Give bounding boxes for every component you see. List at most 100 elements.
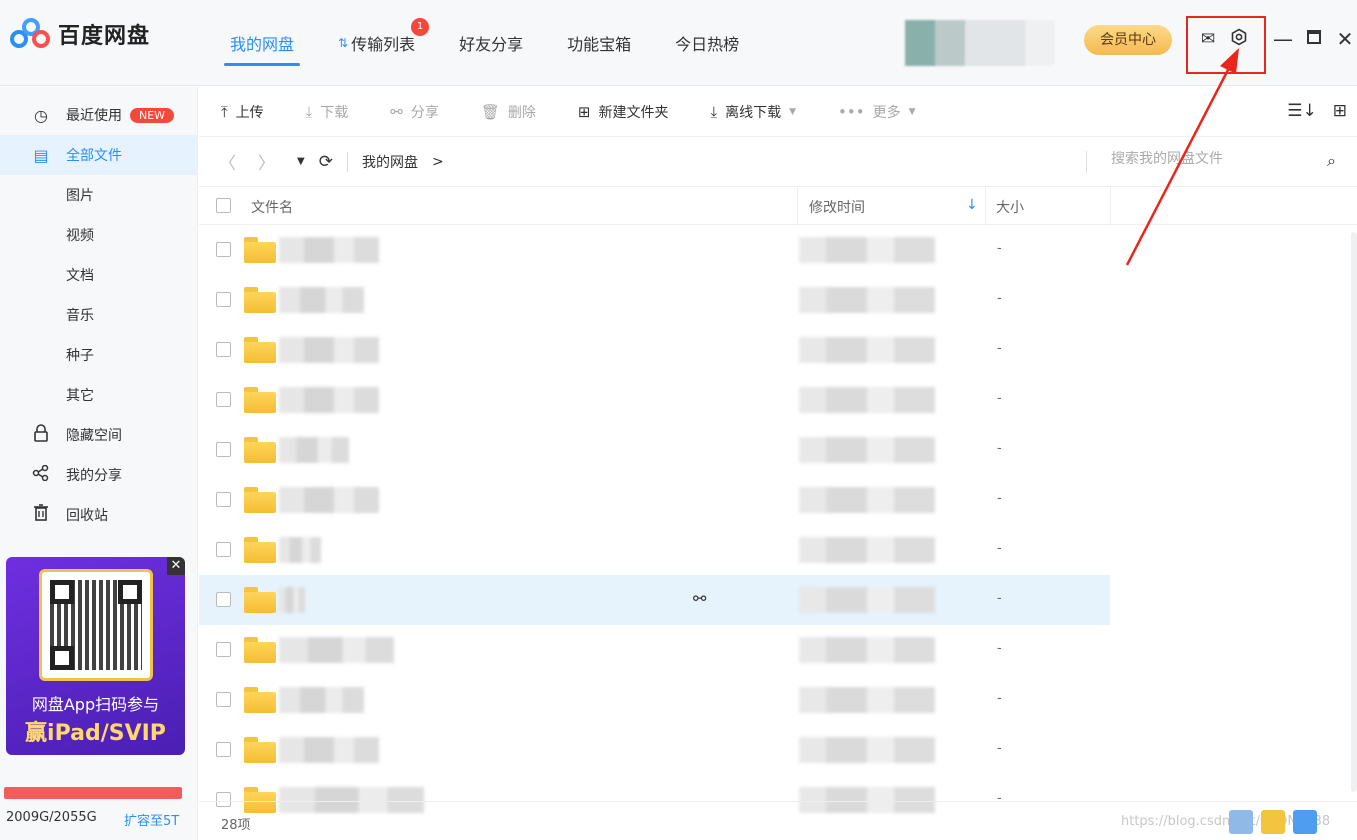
- sidebar-item-videos[interactable]: 视频: [0, 215, 197, 255]
- offline-download-button[interactable]: ⤓ 离线下载 ▼: [710, 102, 796, 122]
- table-row[interactable]: -: [199, 725, 1110, 775]
- table-row[interactable]: -: [199, 325, 1110, 375]
- sort-list-icon[interactable]: ☰↓: [1287, 101, 1316, 121]
- row-checkbox[interactable]: [216, 492, 231, 507]
- search-icon[interactable]: ⌕: [1327, 151, 1336, 171]
- row-checkbox[interactable]: [216, 592, 231, 607]
- sidebar-item-images[interactable]: 图片: [0, 175, 197, 215]
- table-row[interactable]: -: [199, 525, 1110, 575]
- app-logo: 百度网盘: [10, 18, 150, 50]
- maximize-svg: [1307, 30, 1321, 44]
- sidebar-item-music[interactable]: 音乐: [0, 295, 197, 335]
- folder-icon: [244, 387, 276, 413]
- trash-icon: [30, 504, 52, 526]
- new-folder-button[interactable]: ⊞ 新建文件夹: [578, 102, 669, 122]
- transfer-status-icon[interactable]: [1229, 810, 1253, 834]
- row-checkbox[interactable]: [216, 292, 231, 307]
- file-size: -: [997, 441, 1002, 456]
- table-row[interactable]: -: [199, 675, 1110, 725]
- table-row[interactable]: -: [199, 625, 1110, 675]
- sidebar-item-documents[interactable]: 文档: [0, 255, 197, 295]
- qr-code-image: [39, 569, 153, 681]
- sidebar-item-torrents[interactable]: 种子: [0, 335, 197, 375]
- grid-view-icon[interactable]: ⊞: [1333, 101, 1347, 121]
- sidebar-item-recycle-bin[interactable]: 回收站: [0, 495, 197, 535]
- upload-button[interactable]: ⤒ 上传: [221, 102, 264, 122]
- file-size: -: [997, 741, 1002, 756]
- more-button[interactable]: ••• 更多 ▼: [838, 102, 915, 122]
- row-checkbox[interactable]: [216, 542, 231, 557]
- row-checkbox[interactable]: [216, 242, 231, 257]
- row-checkbox[interactable]: [216, 392, 231, 407]
- vertical-scrollbar[interactable]: [1351, 232, 1357, 792]
- sidebar-item-other[interactable]: 其它: [0, 375, 197, 415]
- sidebar-item-label: 视频: [66, 228, 94, 244]
- user-avatar-blurred[interactable]: [905, 20, 1055, 66]
- sidebar-item-label: 隐藏空间: [66, 428, 122, 444]
- download-button[interactable]: ⤓ 下载: [306, 102, 349, 122]
- promo-close-icon[interactable]: ✕: [167, 557, 185, 575]
- column-header-name[interactable]: 文件名: [251, 197, 293, 217]
- tab-my-netdisk[interactable]: 我的网盘: [208, 0, 316, 86]
- column-divider[interactable]: [985, 187, 986, 225]
- tab-hot-list[interactable]: 今日热榜: [653, 0, 761, 86]
- trash-icon: 🗑: [480, 102, 500, 121]
- table-row[interactable]: -: [199, 225, 1110, 275]
- table-row-hovered[interactable]: ⚯ -: [199, 575, 1110, 625]
- sidebar-item-label: 我的分享: [66, 468, 122, 484]
- tab-label: 今日热榜: [675, 35, 740, 54]
- table-row[interactable]: -: [199, 375, 1110, 425]
- search-input[interactable]: [1111, 151, 1311, 167]
- forward-icon[interactable]: 〉: [258, 149, 275, 174]
- share-icon: ⚯: [390, 102, 403, 121]
- file-name-blurred: [279, 487, 379, 513]
- expand-storage-link[interactable]: 扩容至5T: [124, 810, 179, 829]
- row-checkbox[interactable]: [216, 642, 231, 657]
- sidebar-item-label: 全部文件: [66, 148, 122, 164]
- modified-time-blurred: [799, 637, 935, 663]
- file-name-blurred: [279, 237, 379, 263]
- sidebar-item-hidden-space[interactable]: 隐藏空间: [0, 415, 197, 455]
- tab-transfer-list[interactable]: ⇅ 传输列表 1: [316, 0, 437, 86]
- table-row[interactable]: -: [199, 425, 1110, 475]
- share-button[interactable]: ⚯ 分享: [390, 102, 439, 122]
- row-share-icon[interactable]: ⚯: [693, 589, 706, 608]
- modified-time-blurred: [799, 387, 935, 413]
- sort-desc-icon[interactable]: ↓: [966, 197, 978, 213]
- history-dropdown-icon[interactable]: ▼: [297, 156, 305, 167]
- row-checkbox[interactable]: [216, 442, 231, 457]
- light-bulb-icon[interactable]: [1261, 810, 1285, 834]
- refresh-icon[interactable]: ⟳: [319, 152, 333, 172]
- promo-banner[interactable]: ✕ 网盘App扫码参与 赢iPad/SVIP: [6, 557, 185, 755]
- item-count: 28项: [221, 818, 251, 833]
- table-row[interactable]: -: [199, 275, 1110, 325]
- tab-label: 我的网盘: [230, 35, 295, 54]
- view-toggle: ☰↓ ⊞: [1287, 101, 1347, 121]
- tab-friend-share[interactable]: 好友分享: [437, 0, 545, 86]
- window-icon[interactable]: [1293, 810, 1317, 834]
- modified-time-blurred: [799, 487, 935, 513]
- row-checkbox[interactable]: [216, 742, 231, 757]
- select-all-checkbox[interactable]: [216, 198, 231, 213]
- delete-button[interactable]: 🗑 删除: [481, 102, 536, 122]
- maximize-icon[interactable]: [1303, 28, 1325, 50]
- sidebar-item-label: 文档: [66, 268, 94, 284]
- close-icon[interactable]: ✕: [1334, 28, 1356, 50]
- sidebar-item-my-shares[interactable]: 我的分享: [0, 455, 197, 495]
- tab-toolbox[interactable]: 功能宝箱: [545, 0, 653, 86]
- table-row[interactable]: -: [199, 475, 1110, 525]
- breadcrumb[interactable]: 我的网盘: [362, 152, 418, 172]
- column-header-size[interactable]: 大小: [996, 197, 1024, 217]
- row-checkbox[interactable]: [216, 692, 231, 707]
- row-checkbox[interactable]: [216, 342, 231, 357]
- minimize-icon[interactable]: —: [1272, 28, 1294, 50]
- sidebar-item-all-files[interactable]: ▤ 全部文件: [0, 135, 197, 175]
- column-header-modified[interactable]: 修改时间: [809, 197, 865, 217]
- vip-center-button[interactable]: 会员中心: [1084, 25, 1172, 55]
- modified-time-blurred: [799, 737, 935, 763]
- column-divider[interactable]: [1110, 187, 1111, 225]
- folder-icon: [244, 737, 276, 763]
- back-icon[interactable]: 〈: [219, 149, 236, 174]
- column-divider[interactable]: [797, 187, 798, 225]
- sidebar-item-recent[interactable]: ◷ 最近使用 NEW: [0, 95, 197, 135]
